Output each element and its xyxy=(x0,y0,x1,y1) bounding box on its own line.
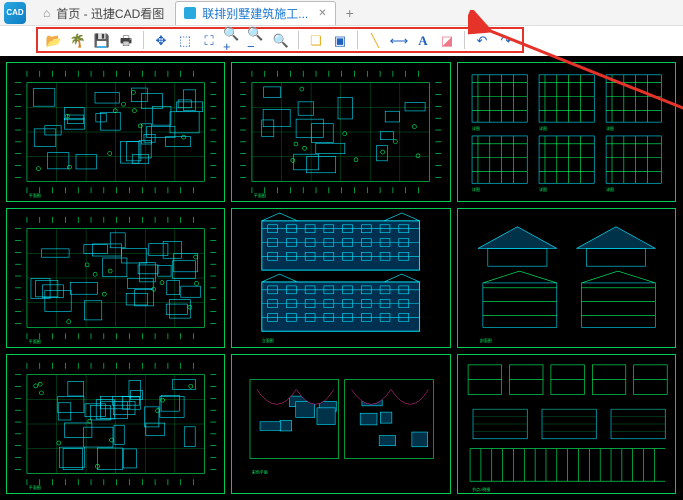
text-icon: A xyxy=(418,34,427,47)
erase-button[interactable]: ◪ xyxy=(437,30,457,50)
zoom-fit-button[interactable]: 🔍 xyxy=(271,30,291,50)
svg-text:平面图: 平面图 xyxy=(29,485,41,491)
open-file-icon: 📂 xyxy=(46,34,62,47)
main-toolbar: 📂 🌴 💾 🖶 ✥ ⬚ ⛶ 🔍+🔍− 🔍 ❏ ▣ ╲ ⟷ A ◪ ↶ ↷ xyxy=(36,27,524,53)
tab-label: 首页 - 迅捷CAD看图 xyxy=(56,5,164,22)
separator xyxy=(298,31,299,49)
zoom-window-icon: ⬚ xyxy=(179,34,191,47)
drawing-sheet-4[interactable]: 立面图 xyxy=(231,208,450,348)
text-button[interactable]: A xyxy=(413,30,433,50)
print-button[interactable]: 🖶 xyxy=(116,30,136,50)
open-file-button[interactable]: 📂 xyxy=(44,30,64,50)
pan-icon: ✥ xyxy=(156,34,167,47)
app-icon: CAD xyxy=(4,2,26,24)
dimension-button[interactable]: ⟷ xyxy=(389,30,409,50)
save-button[interactable]: 💾 xyxy=(92,30,112,50)
toolbar-region: 📂 🌴 💾 🖶 ✥ ⬚ ⛶ 🔍+🔍− 🔍 ❏ ▣ ╲ ⟷ A ◪ ↶ ↷ xyxy=(0,26,683,56)
svg-text:详图: 详图 xyxy=(472,187,480,193)
view-3d-iso-button[interactable]: ❏ xyxy=(306,30,326,50)
drawing-sheet-1[interactable]: 平面图 xyxy=(231,62,450,202)
home-icon: ⌂ xyxy=(43,6,50,20)
view-3d-box-icon: ▣ xyxy=(334,34,346,47)
print-icon: 🖶 xyxy=(120,34,132,47)
zoom-out-icon: 🔍− xyxy=(247,27,267,53)
tab-bar: CAD ⌂ 首页 - 迅捷CAD看图 联排别墅建筑施工... ✕ + xyxy=(0,0,683,26)
separator xyxy=(464,31,465,49)
pan-button[interactable]: ✥ xyxy=(151,30,171,50)
drawing-grid: 平面图平面图详图详图详图详图详图详图平面图立面图剖面图平面图彩色平面节点/明细 xyxy=(6,62,676,494)
undo-icon: ↶ xyxy=(477,34,488,47)
svg-text:详图: 详图 xyxy=(472,126,480,132)
drawing-sheet-3[interactable]: 平面图 xyxy=(6,208,225,348)
drawing-canvas[interactable]: 平面图平面图详图详图详图详图详图详图平面图立面图剖面图平面图彩色平面节点/明细 xyxy=(0,56,683,500)
svg-text:节点/明细: 节点/明细 xyxy=(472,487,490,493)
svg-text:详图: 详图 xyxy=(539,187,547,193)
svg-text:平面图: 平面图 xyxy=(29,193,41,199)
drawing-sheet-6[interactable]: 平面图 xyxy=(6,354,225,494)
drawing-sheet-0[interactable]: 平面图 xyxy=(6,62,225,202)
close-icon[interactable]: ✕ xyxy=(318,8,326,19)
zoom-in-button[interactable]: 🔍+ xyxy=(223,30,243,50)
document-icon xyxy=(184,7,196,19)
dimension-icon: ⟷ xyxy=(390,34,409,47)
zoom-out-button[interactable]: 🔍− xyxy=(247,30,267,50)
svg-text:详图: 详图 xyxy=(539,126,547,132)
drawing-sheet-8[interactable]: 节点/明细 xyxy=(457,354,676,494)
separator xyxy=(143,31,144,49)
undo-button[interactable]: ↶ xyxy=(472,30,492,50)
zoom-window-button[interactable]: ⬚ xyxy=(175,30,195,50)
zoom-select-icon: ⛶ xyxy=(204,34,213,47)
tab-document[interactable]: 联排别墅建筑施工... ✕ xyxy=(175,1,335,25)
measure-button[interactable]: ╲ xyxy=(365,30,385,50)
svg-text:平面图: 平面图 xyxy=(254,193,266,199)
tree-view-icon: 🌴 xyxy=(70,34,86,47)
separator xyxy=(357,31,358,49)
tab-home[interactable]: ⌂ 首页 - 迅捷CAD看图 xyxy=(34,1,173,25)
drawing-sheet-7[interactable]: 彩色平面 xyxy=(231,354,450,494)
zoom-fit-icon: 🔍 xyxy=(273,34,289,47)
svg-text:详图: 详图 xyxy=(606,126,614,132)
svg-text:彩色平面: 彩色平面 xyxy=(252,469,268,475)
drawing-sheet-2[interactable]: 详图详图详图详图详图详图 xyxy=(457,62,676,202)
svg-text:平面图: 平面图 xyxy=(29,339,41,345)
erase-icon: ◪ xyxy=(441,34,453,47)
svg-text:详图: 详图 xyxy=(606,187,614,193)
save-icon: 💾 xyxy=(94,34,110,47)
view-3d-iso-icon: ❏ xyxy=(310,34,322,47)
svg-text:立面图: 立面图 xyxy=(262,338,274,344)
svg-text:剖面图: 剖面图 xyxy=(480,338,492,344)
tree-view-button[interactable]: 🌴 xyxy=(68,30,88,50)
redo-button[interactable]: ↷ xyxy=(496,30,516,50)
drawing-sheet-5[interactable]: 剖面图 xyxy=(457,208,676,348)
zoom-select-button[interactable]: ⛶ xyxy=(199,30,219,50)
redo-icon: ↷ xyxy=(501,34,512,47)
tab-label: 联排别墅建筑施工... xyxy=(202,5,308,22)
zoom-in-icon: 🔍+ xyxy=(223,27,243,53)
new-tab-button[interactable]: + xyxy=(338,5,362,21)
measure-icon: ╲ xyxy=(371,34,379,47)
view-3d-box-button[interactable]: ▣ xyxy=(330,30,350,50)
